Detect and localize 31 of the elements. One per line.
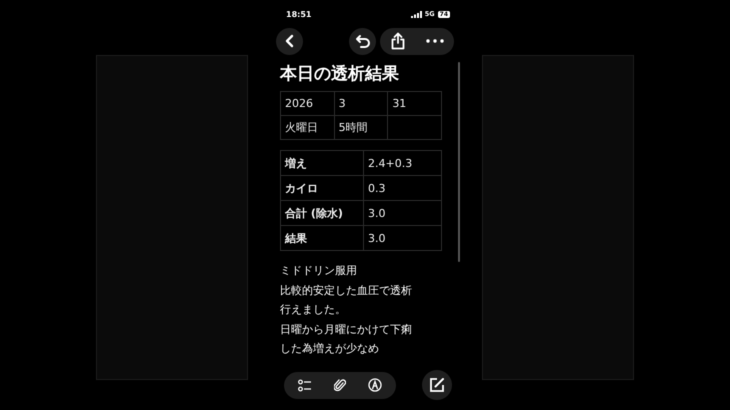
table-cell: 3 [334, 92, 388, 116]
table-cell: 5時間 [334, 116, 388, 140]
table-cell: 31 [388, 92, 442, 116]
paperclip-icon[interactable] [334, 378, 346, 392]
note-title: 本日の透析結果 [280, 63, 400, 85]
undo-icon [354, 34, 370, 48]
table-cell: 合計 (除水) [280, 200, 364, 226]
back-icon [284, 34, 294, 48]
back-button[interactable] [276, 28, 303, 54]
table-cell: カイロ [280, 176, 364, 200]
table-cell: 3.0 [364, 226, 442, 250]
table-cell: 3.0 [364, 200, 442, 226]
signal-icon [410, 10, 422, 18]
compose-icon [429, 377, 445, 393]
checklist-icon[interactable] [298, 378, 312, 392]
note-line: 比較的安定した血圧で透析 [280, 282, 413, 298]
table-cell: 増え [280, 150, 364, 176]
note-line: ミドドリン服用 [280, 263, 358, 279]
status-time: 18:51 [286, 10, 312, 18]
table-cell: 結果 [280, 226, 364, 250]
note-line: 日曜から月曜にかけて下痢 [280, 322, 413, 338]
note-line: 行えました。 [280, 302, 347, 318]
more-icon[interactable] [426, 39, 444, 43]
table-cell: 2.4+0.3 [364, 150, 442, 176]
share-icon[interactable] [390, 32, 406, 50]
compose-button[interactable] [422, 370, 452, 400]
table-cell: 火曜日 [280, 116, 334, 140]
table-cell: 2026 [280, 92, 334, 116]
table-cell: 0.3 [364, 176, 442, 200]
undo-button[interactable] [349, 28, 376, 54]
note-line: した為増えが少なめ [280, 341, 380, 357]
